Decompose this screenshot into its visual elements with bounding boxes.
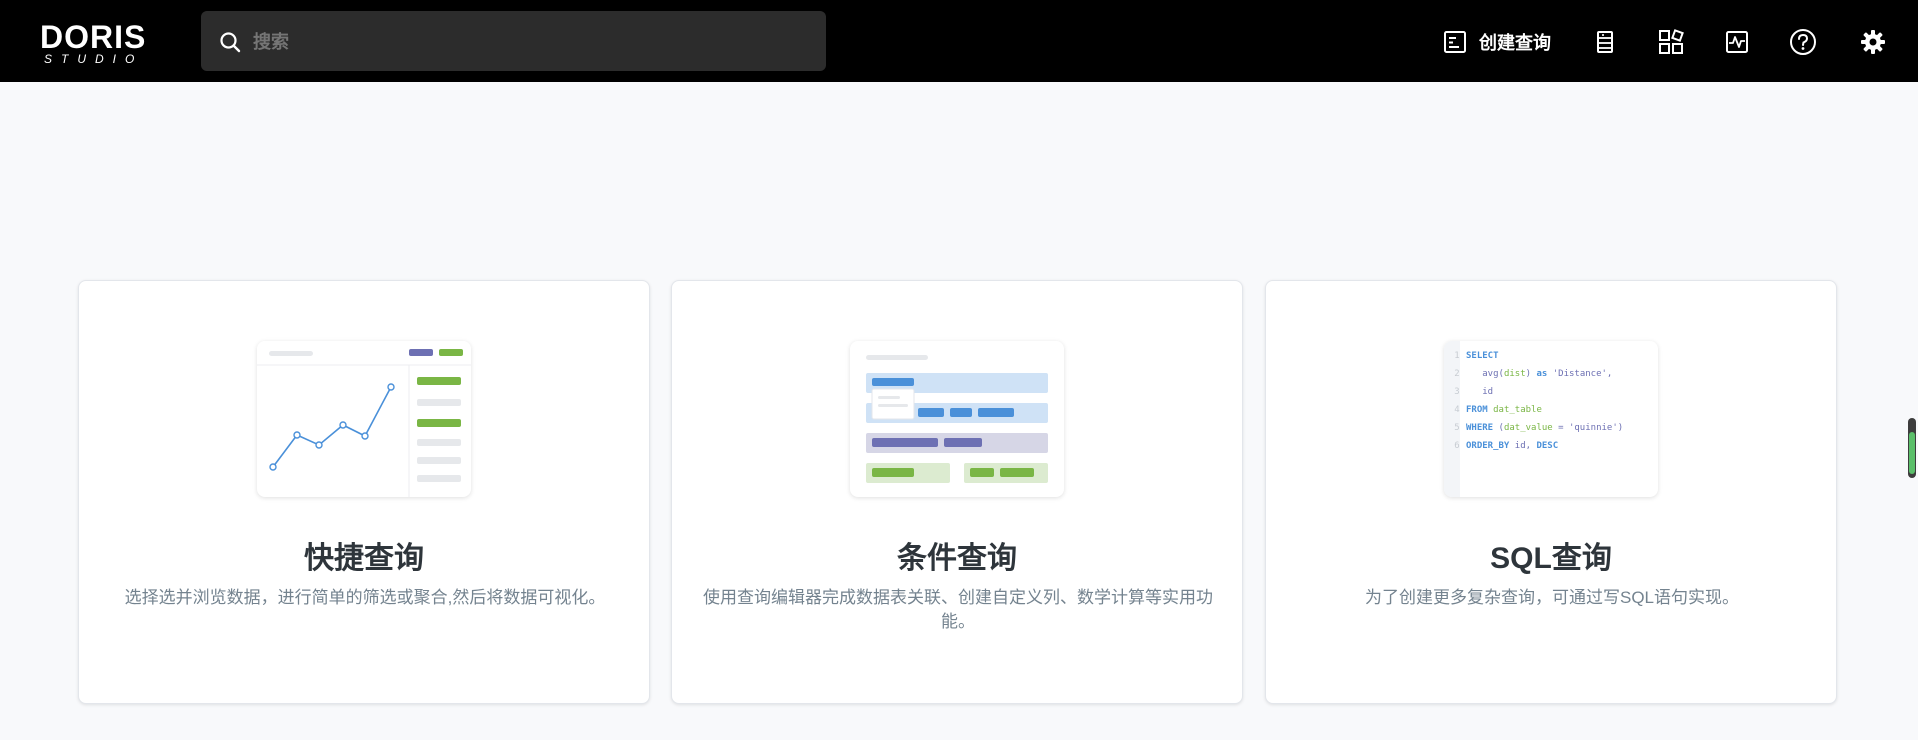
data-icon bbox=[1597, 31, 1613, 53]
new-query-label: 创建查询 bbox=[1479, 33, 1551, 53]
search-input[interactable] bbox=[251, 11, 815, 73]
line-number: 3 bbox=[1454, 387, 1460, 397]
code-token: dat_table bbox=[1487, 405, 1542, 415]
line-number: 1 bbox=[1454, 351, 1460, 361]
line-number: 2 bbox=[1454, 369, 1460, 379]
quick-query-illustration bbox=[257, 341, 471, 497]
search-box[interactable] bbox=[201, 11, 826, 73]
sql-code-line: 3 id bbox=[1444, 383, 1658, 401]
conditional-query-description: 使用查询编辑器完成数据表关联、创建自定义列、数学计算等实用功能。 bbox=[703, 588, 1213, 631]
collections-button[interactable] bbox=[1658, 24, 1684, 60]
quick-query-description: 选择选并浏览数据，进行简单的筛选或聚合,然后将数据可视化。 bbox=[124, 588, 606, 607]
code-token: SELECT bbox=[1466, 351, 1499, 361]
sql-code-line: 4 FROM dat_table bbox=[1444, 401, 1658, 419]
search-icon bbox=[220, 32, 241, 53]
code-token: dist bbox=[1503, 369, 1526, 379]
scrollbar-thumb[interactable] bbox=[1909, 432, 1915, 474]
activity-icon bbox=[1726, 31, 1748, 53]
collections-icon bbox=[1659, 29, 1684, 54]
sql-query-card[interactable]: 1 SELECT 2 avg(dist) as 'Distance', 3 id 4 FR… bbox=[1265, 280, 1837, 704]
code-token: ( bbox=[1493, 423, 1504, 433]
code-token: id, bbox=[1509, 441, 1537, 451]
sql-query-description: 为了创建更多复杂查询，可通过写SQL语句实现。 bbox=[1364, 588, 1740, 607]
activity-button[interactable] bbox=[1725, 24, 1749, 60]
page-scrollbar[interactable] bbox=[1908, 418, 1916, 478]
code-token: WHERE bbox=[1466, 423, 1494, 433]
code-token: as bbox=[1536, 369, 1548, 379]
code-token: FROM bbox=[1466, 405, 1488, 415]
sql-code-line: 1 SELECT bbox=[1444, 347, 1658, 365]
top-navigation-bar: DORIS STUDIO 创建查询 bbox=[0, 0, 1918, 82]
code-token: id bbox=[1466, 387, 1494, 397]
sql-code-line: 2 avg(dist) as 'Distance', bbox=[1444, 365, 1658, 383]
sql-query-illustration: 1 SELECT 2 avg(dist) as 'Distance', 3 id 4 FR… bbox=[1444, 341, 1658, 497]
help-button[interactable] bbox=[1789, 24, 1817, 60]
code-token: 'Distance', bbox=[1547, 369, 1613, 379]
sql-code-snippet: 1 SELECT 2 avg(dist) as 'Distance', 3 id 4 FR… bbox=[1444, 341, 1658, 497]
sql-code-line: 6 ORDER_BY id, DESC bbox=[1444, 437, 1658, 455]
logo-main-text: DORIS bbox=[40, 19, 147, 55]
sql-query-title: SQL查询 bbox=[1490, 542, 1612, 575]
code-token: ) bbox=[1525, 369, 1537, 379]
code-token: avg( bbox=[1466, 369, 1504, 379]
code-token: = 'quinnie') bbox=[1552, 423, 1624, 433]
sql-code-line: 5 WHERE (dat_value = 'quinnie') bbox=[1444, 419, 1658, 437]
quick-query-title: 快捷查询 bbox=[304, 542, 424, 575]
data-reference-button[interactable] bbox=[1593, 24, 1617, 60]
code-token: ORDER_BY bbox=[1466, 441, 1510, 451]
settings-button[interactable] bbox=[1860, 24, 1886, 60]
doris-studio-logo[interactable]: DORIS STUDIO bbox=[40, 20, 160, 66]
code-token: dat_value bbox=[1503, 423, 1553, 433]
line-number: 6 bbox=[1454, 441, 1460, 451]
help-icon bbox=[1790, 29, 1816, 55]
conditional-query-card[interactable]: 条件查询 使用查询编辑器完成数据表关联、创建自定义列、数学计算等实用功能。 bbox=[671, 280, 1243, 704]
new-query-icon bbox=[1444, 31, 1466, 53]
quick-query-card[interactable]: 快捷查询 选择选并浏览数据，进行简单的筛选或聚合,然后将数据可视化。 bbox=[78, 280, 650, 704]
line-number: 4 bbox=[1454, 405, 1460, 415]
line-chart-illustration-icon bbox=[257, 341, 471, 497]
conditional-query-title: 条件查询 bbox=[897, 542, 1017, 575]
line-number: 5 bbox=[1454, 423, 1460, 433]
query-builder-illustration-icon bbox=[866, 355, 1048, 483]
settings-icon bbox=[1861, 30, 1885, 54]
new-query-button[interactable]: 创建查询 bbox=[1443, 24, 1551, 60]
conditional-query-illustration bbox=[850, 341, 1064, 497]
logo-sub-text: STUDIO bbox=[44, 52, 144, 66]
code-token: DESC bbox=[1536, 441, 1559, 451]
